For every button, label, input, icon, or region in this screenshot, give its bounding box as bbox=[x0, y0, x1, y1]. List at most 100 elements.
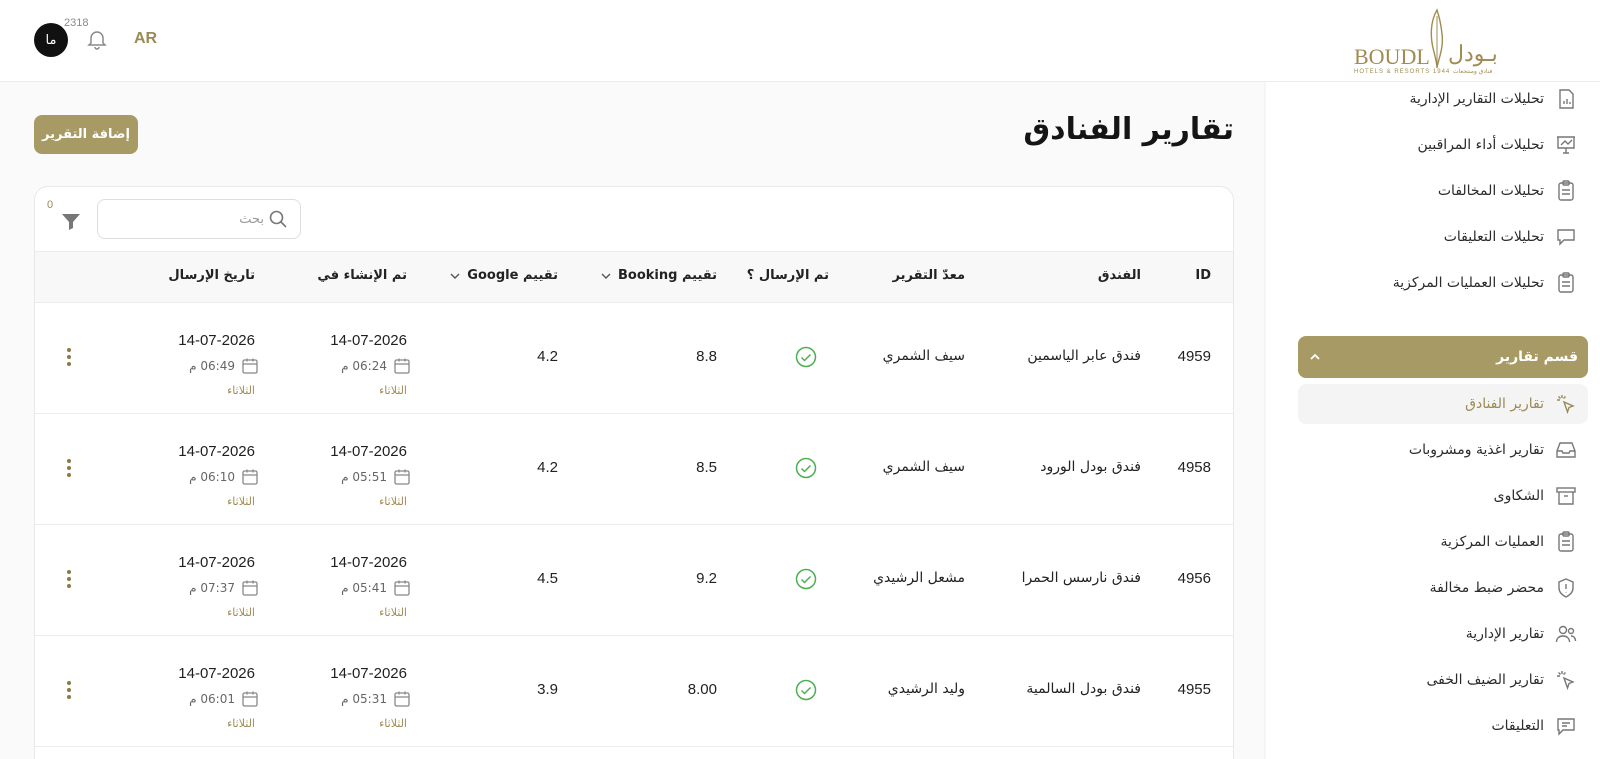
cell-id: 4956 bbox=[1177, 570, 1211, 587]
table-row[interactable]: 4955 فندق بودل السالمية وليد الرشيدي 8.00 3.… bbox=[35, 636, 1233, 747]
top-bar: ما 2318 AR BOUDL بـودل HOTELS & RESORTS … bbox=[0, 0, 1600, 82]
language-switch[interactable]: AR bbox=[134, 30, 157, 48]
cell-id: 4955 bbox=[1177, 681, 1211, 698]
sidebar-item-label: التعليقات bbox=[1491, 718, 1544, 734]
header-sent-date[interactable]: تاريخ الإرسال bbox=[168, 268, 255, 283]
sidebar-item-label: الشكاوى bbox=[1493, 488, 1544, 504]
filter-icon[interactable] bbox=[59, 209, 83, 233]
cell-hotel: فندق بودل السالمية bbox=[1026, 681, 1141, 697]
reports-table-card: 0 ID الفندق معدّ التقرير تم الإرسال ؟ تق… bbox=[34, 186, 1234, 759]
sidebar-item-central-ops-analytics[interactable]: تحليلات العمليات المركزية bbox=[1298, 263, 1588, 303]
more-vertical-icon[interactable] bbox=[59, 345, 79, 369]
logo-arabic: بـودل bbox=[1448, 42, 1498, 67]
cell-created: 14-07-2026 05:41 م الثلاثاء bbox=[287, 535, 417, 619]
created-time: 06:24 م bbox=[341, 359, 387, 373]
sidebar-item-label: تقارير الفنادق bbox=[1465, 396, 1544, 412]
more-vertical-icon[interactable] bbox=[59, 678, 79, 702]
sidebar-item-violation-record[interactable]: محضر ضبط مخالفة bbox=[1298, 568, 1588, 608]
sidebar-item-comment-analytics[interactable]: تحليلات التعليقات bbox=[1298, 217, 1588, 257]
chevron-up-icon[interactable] bbox=[1308, 350, 1322, 364]
sidebar-item-complaints[interactable]: الشكاوى bbox=[1298, 476, 1588, 516]
header-google[interactable]: تقييم Google bbox=[449, 268, 558, 283]
created-date: 14-07-2026 bbox=[330, 332, 407, 349]
calendar-icon bbox=[394, 358, 410, 374]
table-header: ID الفندق معدّ التقرير تم الإرسال ؟ تقيي… bbox=[35, 251, 1233, 303]
calendar-icon bbox=[394, 580, 410, 596]
calendar-icon bbox=[242, 580, 258, 596]
sidebar-item-fnb-reports[interactable]: تقارير اغذية ومشروبات bbox=[1298, 430, 1588, 470]
page-title: تقارير الفنادق bbox=[1023, 112, 1234, 147]
sidebar-item-comments[interactable]: التعليقات bbox=[1298, 706, 1588, 746]
search-input[interactable] bbox=[104, 204, 264, 234]
header-author[interactable]: معدّ التقرير bbox=[893, 268, 965, 283]
sent-time: 06:01 م bbox=[189, 692, 235, 706]
search-box bbox=[97, 199, 301, 239]
header-id[interactable]: ID bbox=[1195, 268, 1211, 283]
chevron-down-icon[interactable] bbox=[600, 270, 612, 282]
cell-id: 4958 bbox=[1177, 459, 1211, 476]
cell-sent-date: 14-07-2026 07:37 م الثلاثاء bbox=[135, 535, 265, 619]
sidebar-item-label: تقارير الضيف الخفى bbox=[1426, 672, 1544, 688]
header-created[interactable]: تم الإنشاء في bbox=[317, 268, 407, 283]
avatar[interactable]: ما bbox=[34, 23, 68, 57]
sent-time: 06:49 م bbox=[189, 359, 235, 373]
more-vertical-icon[interactable] bbox=[59, 567, 79, 591]
check-circle-icon bbox=[795, 457, 817, 479]
sidebar-item-mystery-guest[interactable]: تقارير الضيف الخفى bbox=[1298, 660, 1588, 700]
boudl-logo: BOUDL بـودل HOTELS & RESORTS 1944 فنادق … bbox=[1352, 6, 1522, 76]
sent-date: 14-07-2026 bbox=[178, 332, 255, 349]
header-booking-label: تقييم Booking bbox=[617, 268, 717, 283]
sidebar-item-central-ops[interactable]: العمليات المركزية bbox=[1298, 522, 1588, 562]
sidebar-item-hotel-reports[interactable]: تقارير الفنادق bbox=[1298, 384, 1588, 424]
sent-time: 06:10 م bbox=[189, 470, 235, 484]
sidebar-item-violation-analytics[interactable]: تحليلات المخالفات bbox=[1298, 171, 1588, 211]
presentation-chart-icon bbox=[1557, 136, 1575, 154]
cell-sent-date: 14-07-2026 06:10 م الثلاثاء bbox=[135, 424, 265, 508]
created-day: الثلاثاء bbox=[379, 717, 407, 730]
logo-subtitle: HOTELS & RESORTS 1944 فنادق ومنتجعات bbox=[1354, 69, 1493, 75]
cell-booking-rating: 8.8 bbox=[696, 348, 717, 365]
sidebar-item-supervisor-analytics[interactable]: تحليلات أداء المراقبين bbox=[1298, 125, 1588, 165]
created-time: 05:41 م bbox=[341, 581, 387, 595]
more-vertical-icon[interactable] bbox=[59, 456, 79, 480]
calendar-icon bbox=[242, 358, 258, 374]
created-day: الثلاثاء bbox=[379, 606, 407, 619]
cell-booking-rating: 9.2 bbox=[696, 570, 717, 587]
add-report-button[interactable]: إضافة التقرير bbox=[34, 115, 138, 154]
sidebar-item-report-analytics[interactable]: تحليلات التقارير الإدارية bbox=[1298, 79, 1588, 119]
sidebar-item-admin-reports[interactable]: تقارير الإدارية bbox=[1298, 614, 1588, 654]
archive-icon bbox=[1556, 487, 1576, 505]
table-row[interactable]: 4958 فندق بودل الورود سيف الشمري 8.5 4.2 14-0… bbox=[35, 414, 1233, 525]
cursor-click-icon bbox=[1557, 395, 1575, 415]
cell-author: مشعل الرشيدي bbox=[873, 570, 965, 586]
header-hotel[interactable]: الفندق bbox=[1098, 268, 1141, 283]
calendar-icon bbox=[394, 469, 410, 485]
cell-created: 14-07-2026 06:24 م الثلاثاء bbox=[287, 313, 417, 397]
calendar-icon bbox=[242, 469, 258, 485]
inbox-icon bbox=[1556, 442, 1576, 458]
cell-author: وليد الرشيدي bbox=[887, 681, 965, 697]
check-circle-icon bbox=[795, 346, 817, 368]
sent-day: الثلاثاء bbox=[227, 495, 255, 508]
table-row[interactable]: 4956 فندق نارسس الحمرا مشعل الرشيدي 9.2 4.5 1… bbox=[35, 525, 1233, 636]
cell-google-rating: 3.9 bbox=[537, 681, 558, 698]
cell-hotel: فندق بودل الورود bbox=[1040, 459, 1141, 475]
bell-icon[interactable] bbox=[85, 27, 109, 51]
created-date: 14-07-2026 bbox=[330, 443, 407, 460]
sidebar: تحليلات التقارير الإدارية تحليلات أداء ا… bbox=[1266, 82, 1600, 759]
clipboard-icon bbox=[1558, 531, 1574, 552]
created-day: الثلاثاء bbox=[379, 495, 407, 508]
table-row[interactable]: 4959 فندق عابر الياسمين سيف الشمري 8.8 4.2 14… bbox=[35, 303, 1233, 414]
search-icon bbox=[269, 210, 287, 228]
sidebar-item-label: تحليلات التعليقات bbox=[1443, 229, 1544, 245]
sent-date: 14-07-2026 bbox=[178, 443, 255, 460]
header-booking[interactable]: تقييم Booking bbox=[600, 268, 717, 283]
message-icon bbox=[1557, 718, 1575, 736]
clipboard-icon bbox=[1558, 272, 1574, 293]
chevron-down-icon[interactable] bbox=[449, 270, 461, 282]
sidebar-item-label: تقارير اغذية ومشروبات bbox=[1408, 442, 1544, 458]
header-sent[interactable]: تم الإرسال ؟ bbox=[747, 268, 829, 283]
sent-day: الثلاثاء bbox=[227, 384, 255, 397]
cell-google-rating: 4.2 bbox=[537, 459, 558, 476]
sidebar-section-reports[interactable]: قسم تقارير bbox=[1298, 336, 1588, 378]
